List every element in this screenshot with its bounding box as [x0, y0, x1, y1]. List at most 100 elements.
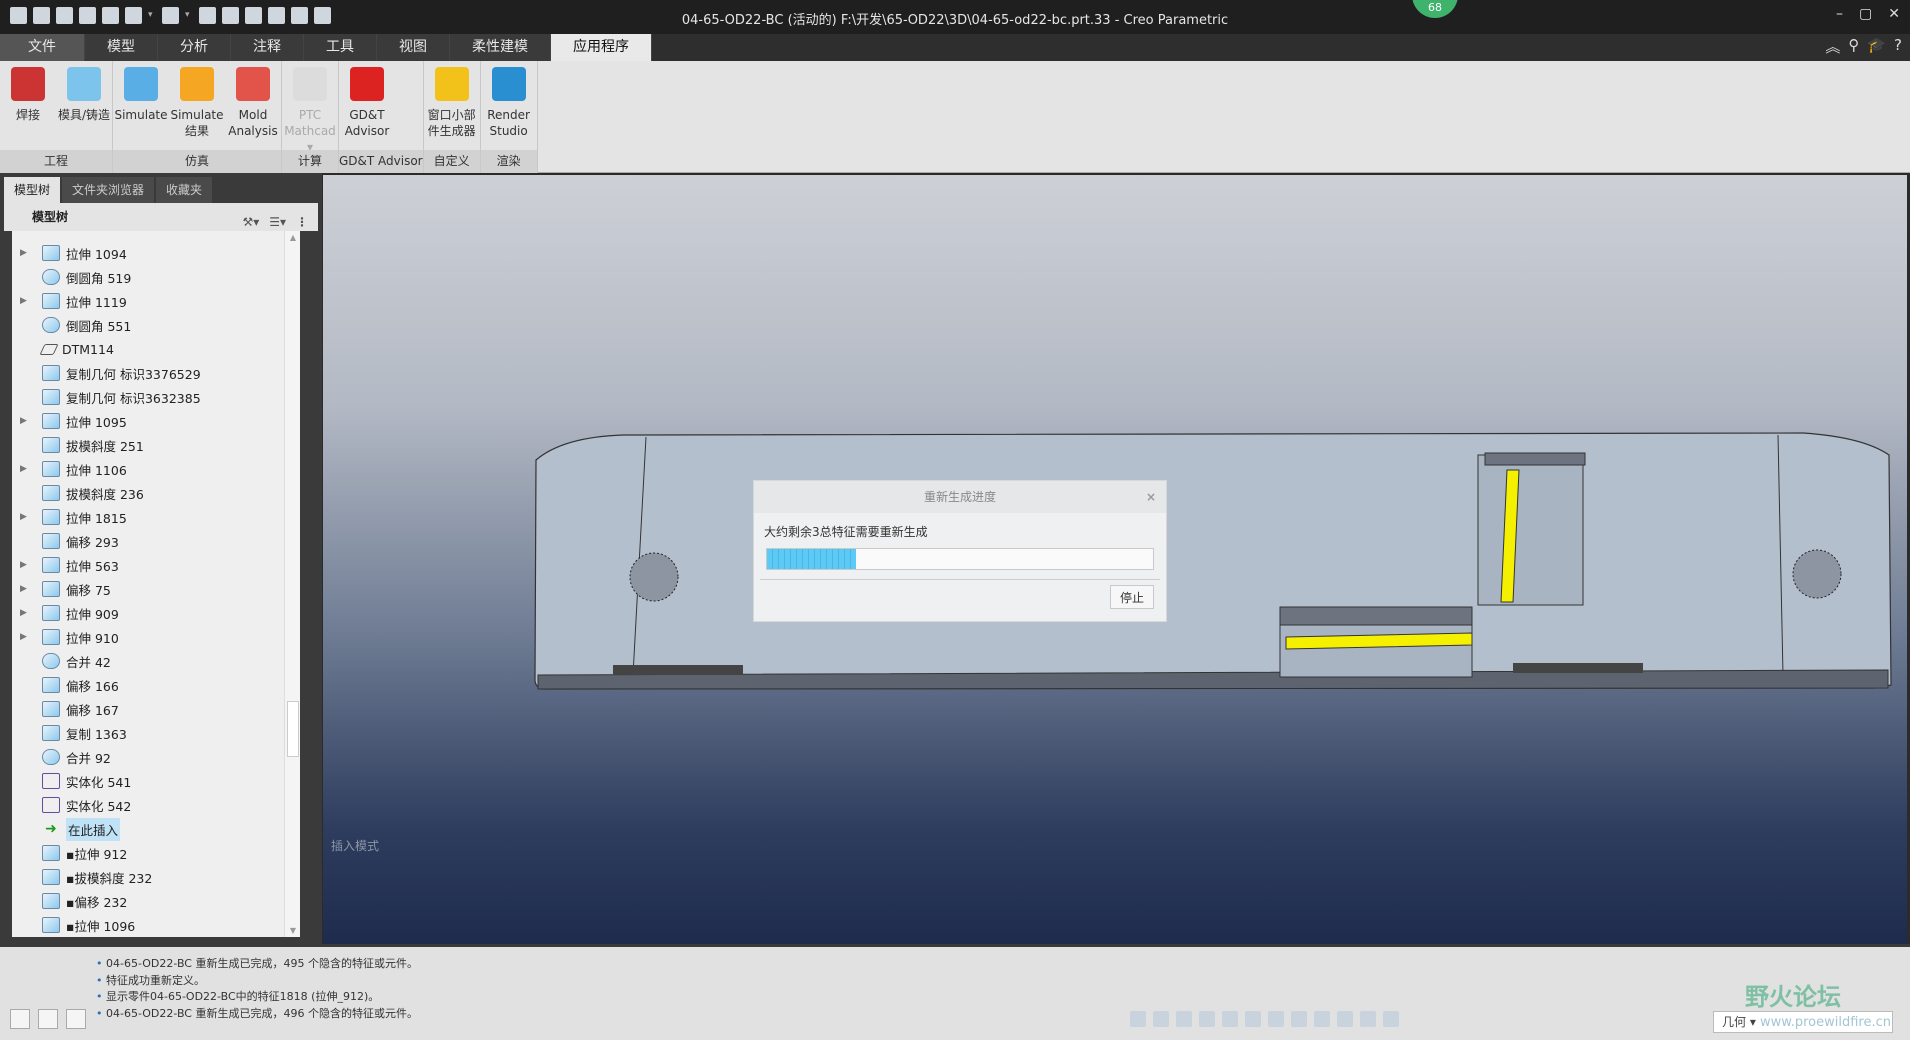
browser-icon[interactable]	[38, 1009, 58, 1029]
tab-7[interactable]: 应用程序	[551, 34, 652, 61]
expand-icon[interactable]: ▶	[20, 464, 34, 474]
tree-item[interactable]: 拔模斜度 236	[12, 481, 144, 505]
tree-item[interactable]: 偏移 293	[12, 529, 119, 553]
tree-item-label: 偏移 167	[66, 702, 119, 718]
scroll-thumb[interactable]	[287, 701, 299, 757]
tab-1[interactable]: 模型	[85, 34, 158, 61]
tree-item[interactable]: ▶ 拉伸 1094	[12, 241, 127, 265]
tree-item-label: 复制几何 标识3376529	[66, 366, 201, 382]
tree-item[interactable]: 实体化 541	[12, 769, 131, 793]
tree-scrollbar[interactable]: ▲ ▼	[284, 231, 300, 937]
tree-item[interactable]: 复制 1363	[12, 721, 127, 745]
tree-item[interactable]: 倒圆角 519	[12, 265, 131, 289]
tree-item[interactable]: 偏移 166	[12, 673, 119, 697]
tree-item[interactable]: ▶ 拉伸 1095	[12, 409, 127, 433]
learning-icon[interactable]: 🎓	[1867, 36, 1886, 57]
annotation-display-icon[interactable]	[1337, 1011, 1353, 1027]
simulate-icon	[124, 67, 158, 101]
repaint-icon[interactable]	[1199, 1011, 1215, 1027]
full-screen-icon[interactable]	[66, 1009, 86, 1029]
expand-icon[interactable]: ▶	[20, 584, 34, 594]
display-style-icon[interactable]	[1222, 1011, 1238, 1027]
view-manager-icon[interactable]	[1268, 1011, 1284, 1027]
scroll-up-icon[interactable]: ▲	[285, 233, 300, 242]
widget-builder-button[interactable]: 窗口小部件生成器	[424, 65, 480, 150]
snapshot-icon[interactable]	[1291, 1011, 1307, 1027]
tab-3[interactable]: 注释	[231, 34, 304, 61]
refit-icon[interactable]	[1130, 1011, 1146, 1027]
search-icon[interactable]: ⚲	[1848, 36, 1859, 57]
tree-item[interactable]: 复制几何 标识3376529	[12, 361, 201, 385]
tree-item[interactable]: ▶ 偏移 75	[12, 577, 111, 601]
offset-icon	[42, 893, 60, 909]
mathcad-button[interactable]: PTC Mathcad ▾	[282, 65, 338, 154]
expand-icon[interactable]: ▶	[20, 296, 34, 306]
mode-indicator: 插入模式	[331, 839, 380, 853]
tab-6[interactable]: 柔性建模	[450, 34, 551, 61]
tree-item[interactable]: ▶ 拉伸 563	[12, 553, 119, 577]
round-icon	[42, 317, 60, 333]
tab-4[interactable]: 工具	[304, 34, 377, 61]
extrude-icon	[42, 509, 60, 525]
extrude-icon	[42, 605, 60, 621]
tree-item-label: 拉伸 563	[66, 558, 119, 574]
tree-item[interactable]: ▪偏移 232	[12, 889, 127, 913]
render-studio-button[interactable]: Render Studio	[481, 65, 537, 150]
help-icon[interactable]: ?	[1894, 36, 1902, 57]
tree-item-label: 倒圆角 551	[66, 318, 132, 334]
toggle-navigator-icon[interactable]	[10, 1009, 30, 1029]
saved-views-icon[interactable]	[1245, 1011, 1261, 1027]
tree-item[interactable]: ▶ 拉伸 1119	[12, 289, 127, 313]
tab-folder-browser[interactable]: 文件夹浏览器	[62, 177, 155, 203]
tab-0[interactable]: 文件	[0, 34, 85, 61]
zoom-in-icon[interactable]	[1153, 1011, 1169, 1027]
expand-icon[interactable]: ▶	[20, 416, 34, 426]
close-button[interactable]: ✕	[1888, 6, 1900, 22]
gdt-advisor-button[interactable]: GD&T Advisor	[339, 65, 395, 150]
tab-5[interactable]: 视图	[377, 34, 450, 61]
simulate-results-button[interactable]: Simulate 结果	[169, 65, 225, 150]
tree-item[interactable]: 复制几何 标识3632385	[12, 385, 201, 409]
expand-icon[interactable]: ▶	[20, 608, 34, 618]
dialog-close-icon[interactable]: ×	[1146, 481, 1156, 513]
tree-item[interactable]: ▪拔模斜度 232	[12, 865, 152, 889]
tab-2[interactable]: 分析	[158, 34, 231, 61]
expand-icon[interactable]: ▶	[20, 560, 34, 570]
minimize-button[interactable]: –	[1836, 6, 1843, 22]
tree-item[interactable]: ▶ 拉伸 909	[12, 601, 119, 625]
tree-item-label: 偏移 75	[66, 582, 111, 598]
expand-icon[interactable]: ▶	[20, 248, 34, 258]
datum-display-icon[interactable]	[1314, 1011, 1330, 1027]
tree-item[interactable]: ▪拉伸 912	[12, 841, 127, 865]
spin-center-icon[interactable]	[1360, 1011, 1376, 1027]
tab-model-tree[interactable]: 模型树	[4, 177, 61, 203]
weld-button[interactable]: 焊接	[0, 65, 56, 150]
scroll-down-icon[interactable]: ▼	[285, 926, 300, 935]
tree-item-label: 拉伸 1095	[66, 414, 127, 430]
mold-cast-button[interactable]: 模具/铸造	[56, 65, 112, 150]
tree-item[interactable]: 拔模斜度 251	[12, 433, 144, 457]
tree-item[interactable]: 偏移 167	[12, 697, 119, 721]
tree-item[interactable]: 合并 92	[12, 745, 111, 769]
stop-button[interactable]: 停止	[1110, 585, 1154, 609]
tree-item-label: 倒圆角 519	[66, 270, 132, 286]
tree-item[interactable]: ▶ 拉伸 910	[12, 625, 119, 649]
zoom-out-icon[interactable]	[1176, 1011, 1192, 1027]
tab-favorites[interactable]: 收藏夹	[156, 177, 213, 203]
tree-item[interactable]: 合并 42	[12, 649, 111, 673]
collapse-ribbon-icon[interactable]: ︽	[1825, 36, 1840, 57]
maximize-button[interactable]: ▢	[1859, 6, 1872, 22]
tree-item[interactable]: ▶ 拉伸 1106	[12, 457, 127, 481]
tree-item[interactable]: ➜ 在此插入	[12, 817, 121, 841]
mold-analysis-button[interactable]: Mold Analysis	[225, 65, 281, 150]
simulate-button[interactable]: Simulate	[113, 65, 169, 150]
tree-item[interactable]: 实体化 542	[12, 793, 131, 817]
tree-item[interactable]: DTM114	[12, 337, 114, 361]
find-icon[interactable]	[1383, 1011, 1399, 1027]
tree-item[interactable]: ▶ 拉伸 1815	[12, 505, 127, 529]
expand-icon[interactable]: ▶	[20, 512, 34, 522]
tree-item[interactable]: ▪拉伸 1096	[12, 913, 135, 937]
expand-icon[interactable]: ▶	[20, 632, 34, 642]
button-label: Mold Analysis	[228, 108, 278, 138]
tree-item[interactable]: 倒圆角 551	[12, 313, 131, 337]
